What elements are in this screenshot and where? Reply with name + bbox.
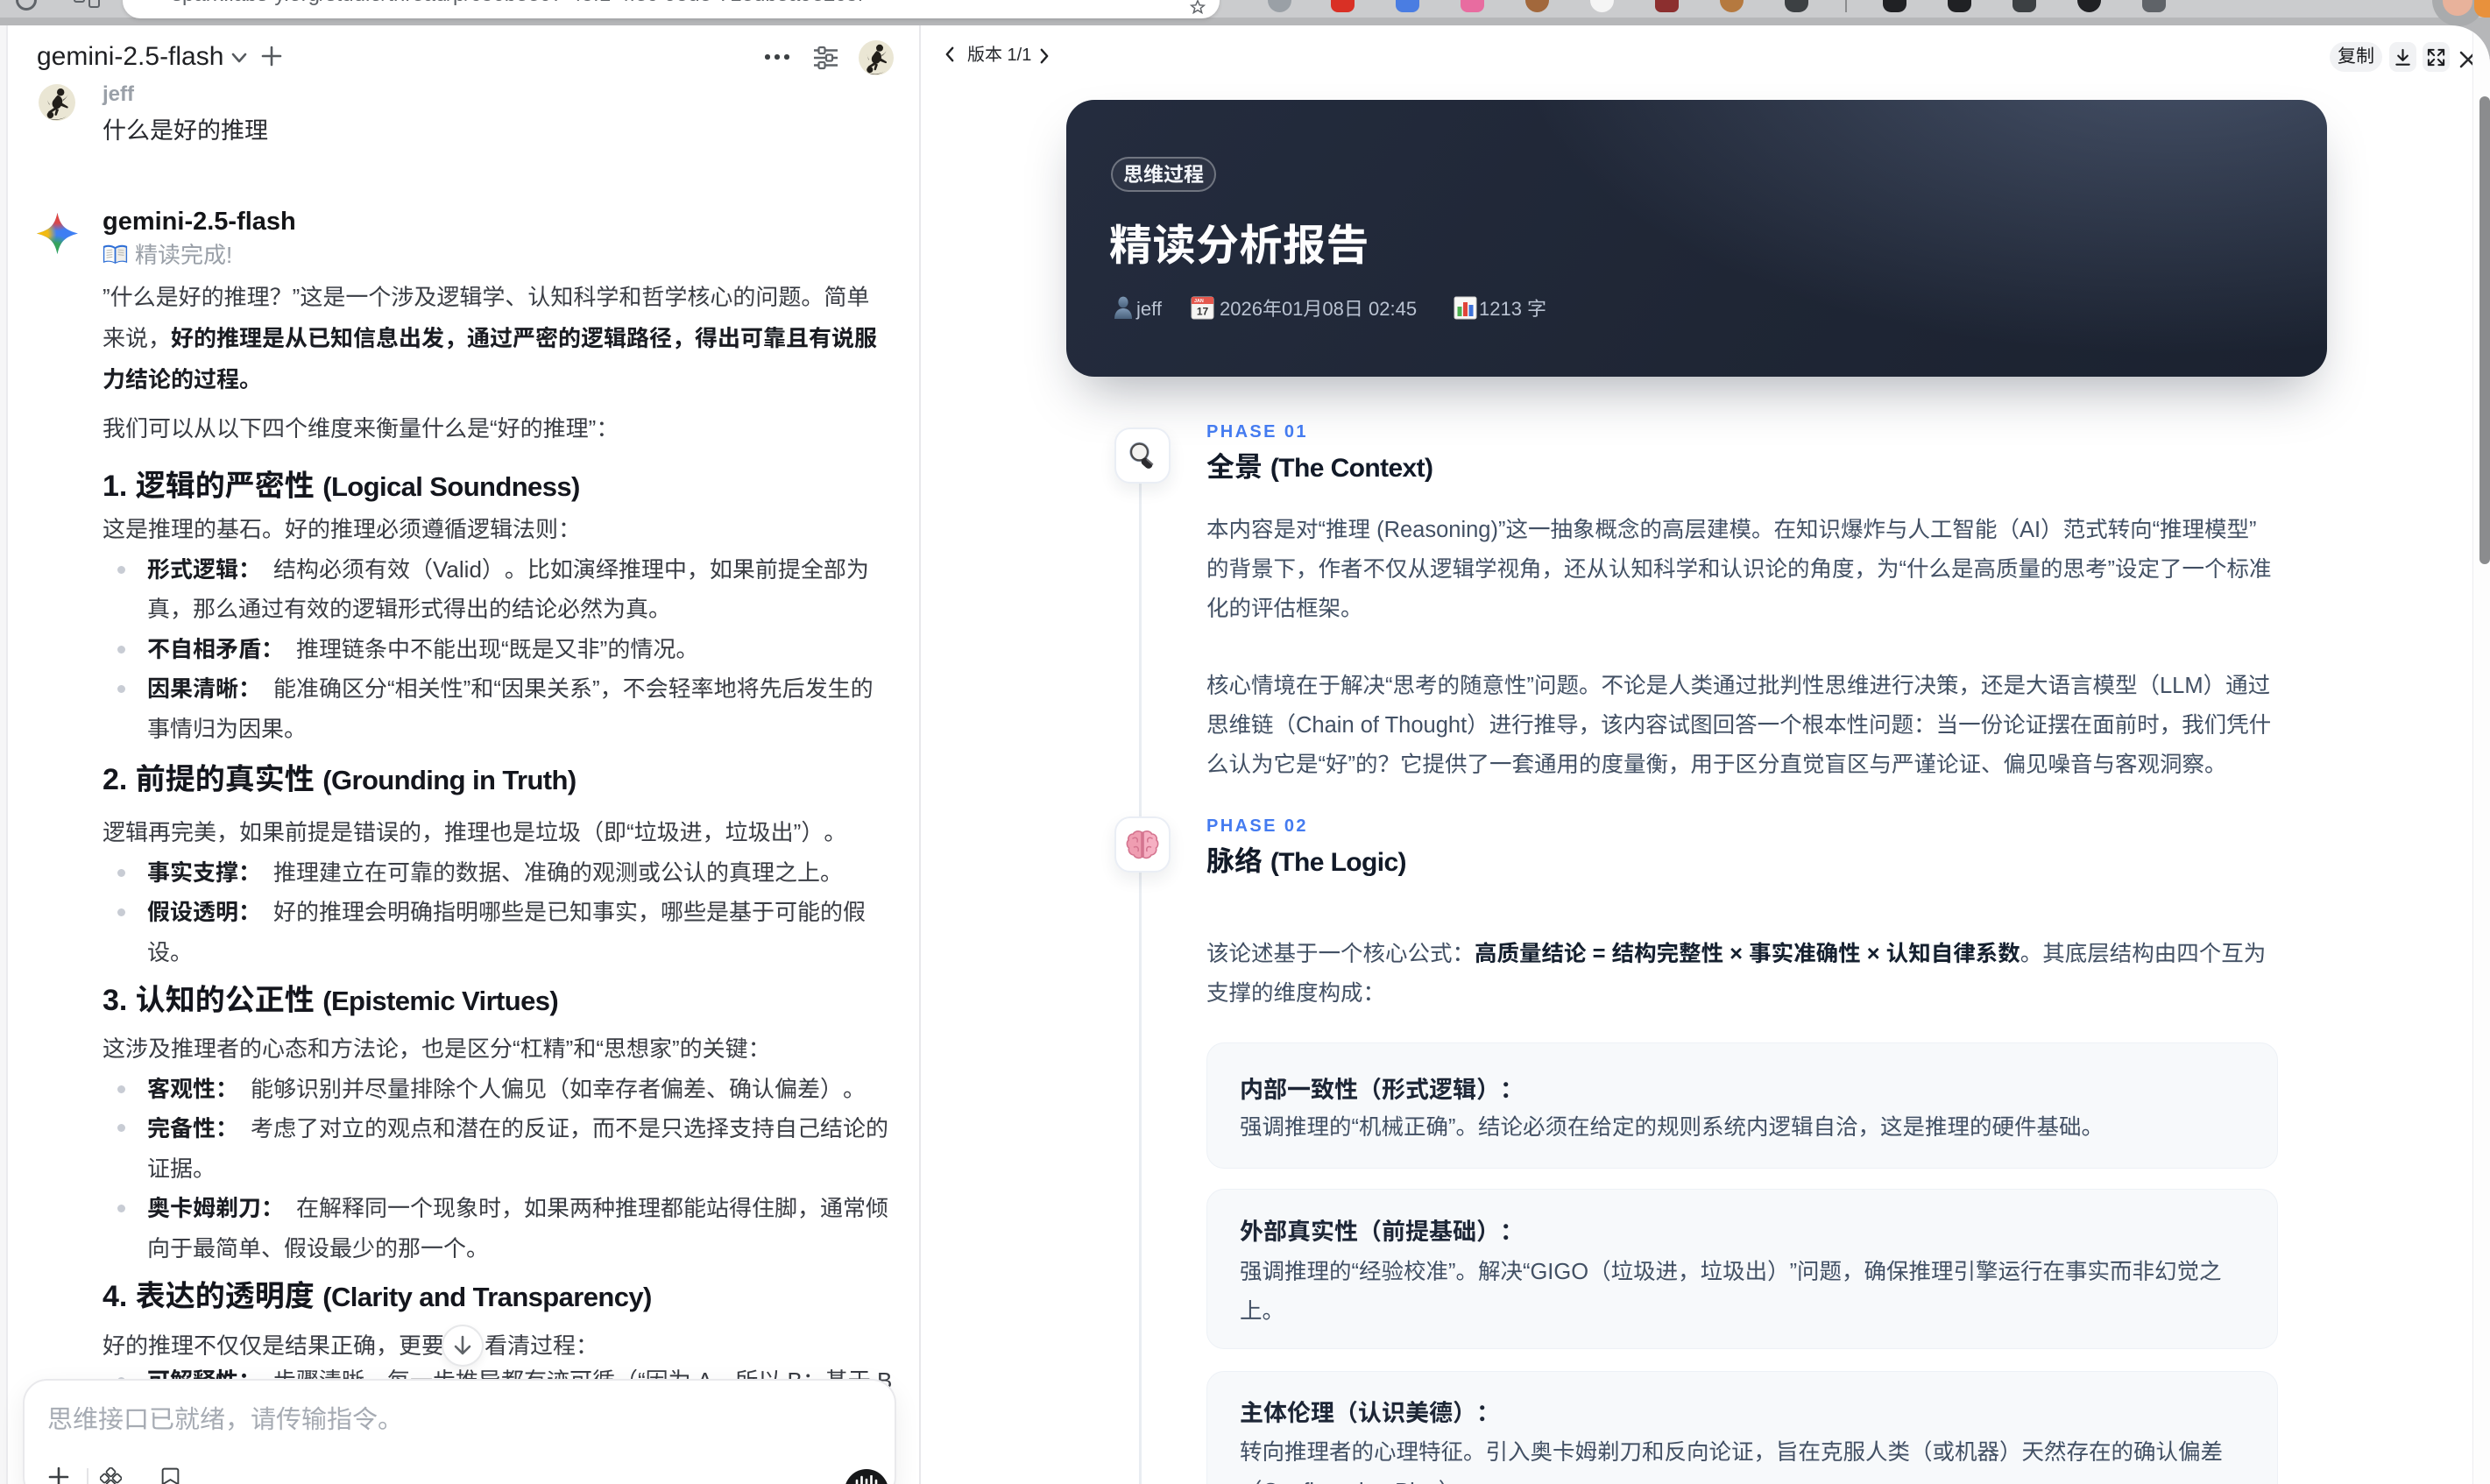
svg-text:17: 17: [1197, 306, 1209, 318]
svg-text:JAN: JAN: [1194, 299, 1204, 304]
